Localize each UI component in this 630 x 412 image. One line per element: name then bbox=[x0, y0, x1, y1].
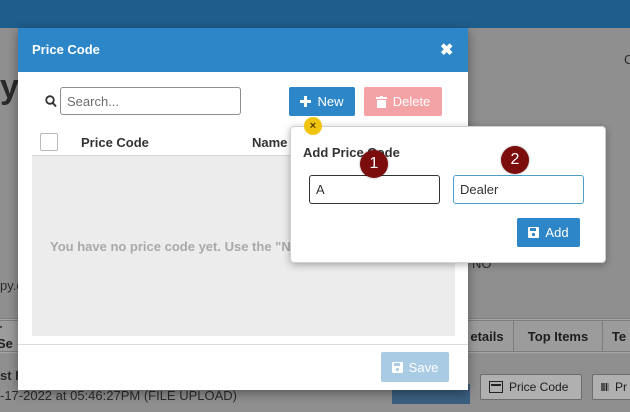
tab-details[interactable]: etails bbox=[460, 320, 514, 352]
row-fragment: st I bbox=[0, 368, 19, 383]
column-header-name[interactable]: Name bbox=[252, 135, 287, 150]
add-button-label: Add bbox=[545, 225, 569, 240]
price-code-name-input[interactable] bbox=[453, 175, 584, 204]
header-fragment: C bbox=[624, 52, 630, 67]
upload-timestamp: -17-2022 at 05:46:27PM (FILE UPLOAD) bbox=[0, 388, 238, 403]
modal-header: Price Code ✖ bbox=[18, 28, 468, 72]
price-code-button-label: Price Code bbox=[509, 380, 569, 394]
pr-button[interactable]: Pr bbox=[592, 374, 630, 400]
modal-title: Price Code bbox=[32, 42, 100, 57]
empty-state-message: You have no price code yet. Use the "N bbox=[50, 239, 291, 254]
select-all-checkbox[interactable] bbox=[40, 133, 58, 151]
floppy-icon bbox=[391, 361, 403, 373]
save-button[interactable]: Save bbox=[381, 352, 449, 382]
pr-button-label: Pr bbox=[615, 380, 627, 394]
price-code-input[interactable] bbox=[309, 175, 440, 204]
search-icon bbox=[45, 95, 57, 108]
tab-more[interactable]: Te bbox=[602, 320, 630, 352]
tab-sales[interactable]: r Se bbox=[0, 320, 20, 352]
tab-top-items[interactable]: Top Items bbox=[513, 320, 603, 352]
save-button-label: Save bbox=[408, 359, 439, 375]
delete-button[interactable]: Delete bbox=[364, 87, 442, 116]
annotation-badge-1: 1 bbox=[360, 150, 388, 178]
trash-icon bbox=[375, 95, 387, 108]
add-button[interactable]: Add bbox=[517, 218, 580, 247]
column-header-price-code[interactable]: Price Code bbox=[81, 135, 149, 150]
modal-footer-divider bbox=[18, 344, 468, 345]
delete-button-label: Delete bbox=[392, 94, 431, 109]
floppy-icon bbox=[528, 227, 540, 238]
annotation-badge-2: 2 bbox=[501, 146, 529, 174]
barcode-icon bbox=[601, 383, 609, 391]
close-icon[interactable]: ✖ bbox=[440, 40, 453, 60]
popover-close-icon[interactable]: × bbox=[304, 117, 322, 135]
price-code-button[interactable]: Price Code bbox=[480, 374, 582, 400]
card-icon bbox=[489, 381, 503, 393]
new-button[interactable]: New bbox=[289, 87, 355, 116]
new-button-label: New bbox=[317, 94, 344, 109]
search-input[interactable] bbox=[60, 87, 241, 115]
app-top-bar bbox=[0, 0, 630, 28]
plus-icon bbox=[300, 96, 312, 107]
